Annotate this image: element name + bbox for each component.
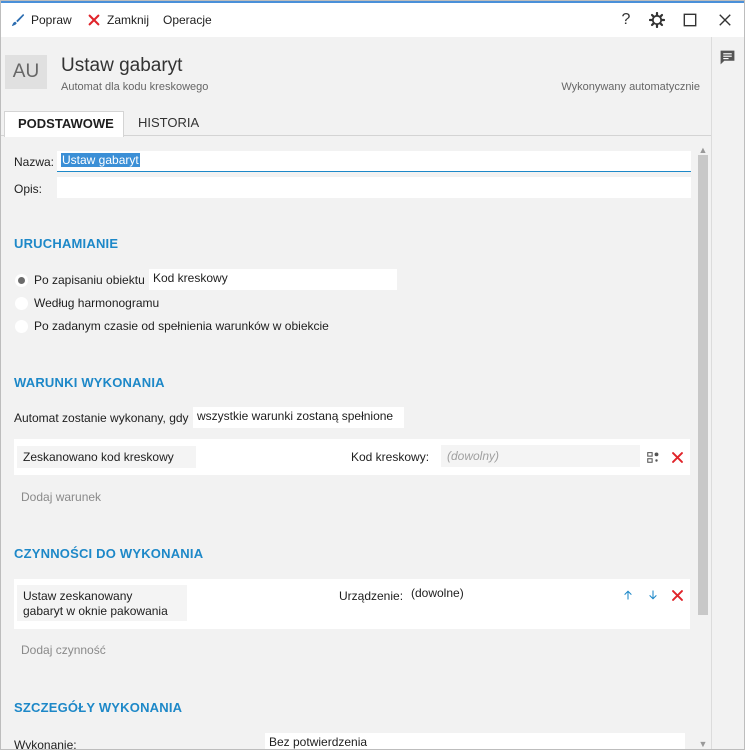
condition-card: Zeskanowano kod kreskowy Kod kreskowy: (… [14, 439, 690, 475]
link-options-icon [647, 452, 659, 463]
object-type-select[interactable]: Kod kreskowy [149, 269, 397, 290]
help-icon: ? [621, 11, 631, 28]
toolbar: Popraw Zamknij Operacje ? [1, 3, 744, 37]
form-body: Nazwa: Ustaw gabaryt Opis: URUCHAMIANIE … [1, 137, 696, 750]
radio-after-save-label: Po zapisaniu obiektu [34, 273, 145, 287]
maximize-icon [683, 13, 697, 27]
gear-icon [649, 12, 665, 28]
action-card: Ustaw zeskanowany gabaryt w oknie pakowa… [14, 579, 690, 629]
comments-button[interactable] [719, 49, 736, 69]
delete-x-icon [671, 451, 683, 463]
close-label: Zamknij [107, 13, 150, 27]
scroll-down-arrow[interactable]: ▼ [697, 739, 709, 749]
condition-name[interactable]: Zeskanowano kod kreskowy [17, 446, 196, 468]
fix-button[interactable]: Popraw [11, 3, 72, 37]
scroll-up-arrow[interactable]: ▲ [697, 145, 709, 155]
tab-podstawowe[interactable]: PODSTAWOWE [4, 111, 124, 137]
maximize-button[interactable] [675, 3, 705, 37]
add-condition-link[interactable]: Dodaj warunek [21, 490, 101, 504]
name-input[interactable]: Ustaw gabaryt [57, 151, 691, 172]
automat-window: Popraw Zamknij Operacje ? AU Ustaw gabar… [0, 0, 745, 750]
move-action-up-button[interactable] [620, 587, 636, 603]
name-input-value: Ustaw gabaryt [61, 153, 140, 167]
barcode-param-input[interactable]: (dowolny) [441, 445, 640, 467]
radio-schedule-circle [15, 296, 28, 310]
barcode-pick-button[interactable] [645, 449, 661, 465]
radio-after-save[interactable]: Po zapisaniu obiektu [15, 271, 145, 289]
right-rail [711, 37, 744, 749]
radio-after-time[interactable]: Po zadanym czasie od spełnienia warunków… [15, 317, 329, 335]
radio-schedule-label: Według harmonogramu [34, 296, 160, 310]
vertical-scrollbar[interactable]: ▲ ▼ [697, 145, 709, 749]
radio-schedule[interactable]: Według harmonogramu [15, 294, 159, 312]
page-subtitle: Automat dla kodu kreskowego [61, 81, 209, 93]
description-input[interactable] [57, 177, 691, 198]
description-label: Opis: [14, 182, 43, 196]
window-close-button[interactable] [710, 3, 740, 37]
settings-button[interactable] [642, 3, 672, 37]
arrow-down-icon [649, 590, 657, 600]
device-param-value[interactable]: (dowolne) [411, 586, 464, 600]
execution-select[interactable]: Bez potwierdzenia [265, 733, 685, 749]
device-param-label: Urządzenie: [339, 589, 404, 603]
scroll-thumb[interactable] [698, 155, 708, 615]
execution-label: Wykonanie: [14, 738, 77, 750]
help-button[interactable]: ? [611, 3, 641, 37]
action-name-line2: gabaryt w oknie pakowania [23, 604, 168, 618]
condition-rule-select[interactable]: wszystkie warunki zostaną spełnione [193, 407, 404, 428]
action-name-line1: Ustaw zeskanowany [23, 589, 133, 603]
window-close-icon [719, 14, 731, 26]
section-startup-title: URUCHAMIANIE [14, 236, 119, 251]
radio-after-save-circle [15, 273, 28, 287]
operations-menu[interactable]: Operacje [163, 3, 212, 37]
remove-action-button[interactable] [669, 587, 685, 603]
radio-selected-dot [18, 276, 25, 284]
remove-condition-button[interactable] [669, 449, 685, 465]
execution-mode-label: Wykonywany automatycznie [561, 81, 700, 93]
name-label: Nazwa: [14, 155, 55, 169]
close-x-icon [88, 14, 100, 26]
move-action-down-button[interactable] [645, 587, 661, 603]
add-action-link[interactable]: Dodaj czynność [21, 643, 106, 657]
operations-label: Operacje [163, 13, 212, 27]
arrow-up-icon [624, 590, 632, 600]
radio-after-time-circle [15, 319, 28, 333]
delete-x-icon [671, 589, 683, 601]
radio-after-time-label: Po zadanym czasie od spełnienia warunków… [34, 319, 329, 333]
comment-icon [720, 50, 735, 65]
section-conditions-title: WARUNKI WYKONANIA [14, 375, 165, 390]
tab-historia[interactable]: HISTORIA [138, 111, 199, 136]
avatar: AU [5, 55, 47, 89]
tab-bar: PODSTAWOWE HISTORIA [1, 111, 711, 137]
close-button[interactable]: Zamknij [87, 3, 149, 37]
condition-rule-label: Automat zostanie wykonany, gdy [14, 411, 189, 425]
brush-icon [11, 13, 25, 27]
fix-label: Popraw [31, 13, 72, 27]
barcode-param-label: Kod kreskowy: [351, 450, 430, 464]
page-title: Ustaw gabaryt [61, 55, 183, 76]
section-details-title: SZCZEGÓŁY WYKONANIA [14, 700, 183, 715]
section-actions-title: CZYNNOŚCI DO WYKONANIA [14, 546, 204, 561]
action-name[interactable]: Ustaw zeskanowany gabaryt w oknie pakowa… [17, 585, 187, 621]
